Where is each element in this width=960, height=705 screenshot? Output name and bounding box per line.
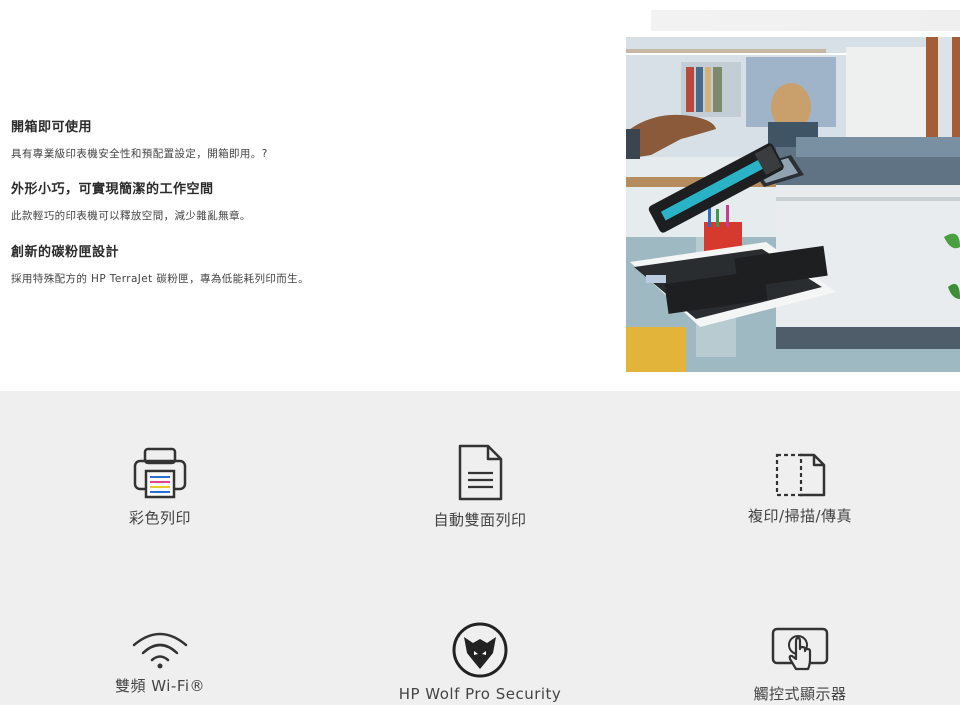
feature-label: HP Wolf Pro Security: [398, 685, 562, 703]
feature-title: 開箱即可使用: [11, 120, 93, 135]
feature-description: 採用特殊配方的 HP TerraJet 碳粉匣，專為低能耗列印而生。: [11, 273, 309, 285]
feature-title: 創新的碳粉匣設計: [11, 245, 120, 260]
feature-item: 創新的碳粉匣設計 採用特殊配方的 HP TerraJet 碳粉匣，專為低能耗列印…: [11, 243, 309, 289]
wifi-icon: [132, 632, 188, 669]
printer-photo-illustration: [626, 37, 960, 372]
feature-icon-item: 觸控式顯示器: [640, 625, 960, 704]
feature-icon-item: 雙頻 Wi-Fi®: [0, 629, 320, 696]
hp-wolf-icon: [452, 622, 508, 678]
printer-product-photo: [626, 37, 960, 372]
feature-title: 外形小巧，可實現簡潔的工作空間: [11, 182, 214, 197]
feature-item: 開箱即可使用 具有專業級印表機安全性和預配置設定，開箱即用。?: [11, 118, 268, 164]
feature-label: 彩色列印: [128, 509, 191, 527]
feature-label: 雙頻 Wi-Fi®: [114, 677, 206, 695]
feature-icon-item: 自動雙面列印: [320, 443, 640, 530]
document-icon: [458, 444, 503, 501]
feature-item: 外形小巧，可實現簡潔的工作空間 此款輕巧的印表機可以釋放空間，減少雜亂無章。: [11, 180, 251, 226]
copy-scan-icon: [775, 453, 826, 497]
feature-icon-item: 彩色列印: [0, 445, 320, 528]
feature-label: 自動雙面列印: [433, 511, 527, 529]
feature-label: 觸控式顯示器: [753, 685, 847, 703]
feature-icon-grid: 彩色列印 自動雙面列印 複印/掃描/傳真 雙頻 Wi-Fi® HP Wolf P…: [0, 391, 960, 705]
feature-description: 此款輕巧的印表機可以釋放空間，減少雜亂無章。: [11, 210, 251, 222]
feature-description: 具有專業級印表機安全性和預配置設定，開箱即用。?: [11, 148, 268, 160]
top-banner-strip: [651, 10, 960, 31]
touchscreen-icon: [771, 627, 829, 671]
printer-icon: [133, 447, 187, 499]
feature-label: 複印/掃描/傳真: [747, 507, 853, 525]
feature-icon-item: HP Wolf Pro Security: [320, 621, 640, 703]
feature-icon-item: 複印/掃描/傳真: [640, 451, 960, 526]
